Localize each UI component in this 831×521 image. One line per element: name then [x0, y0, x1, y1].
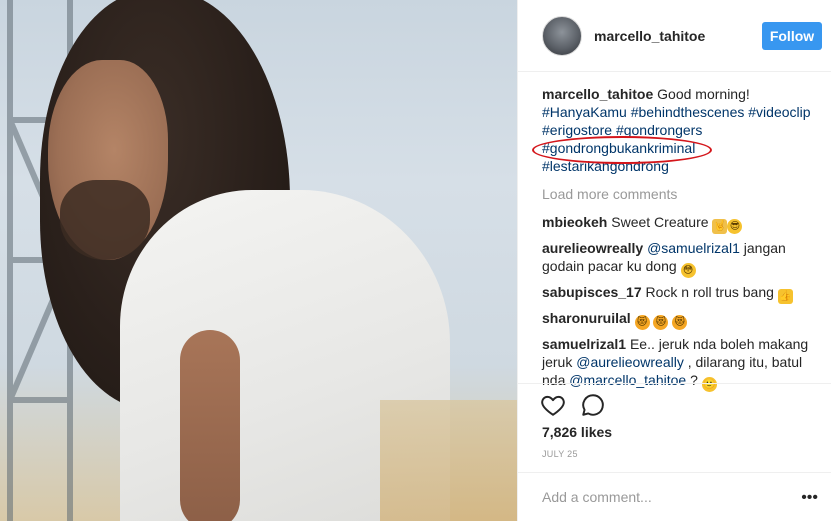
caption-author[interactable]: marcello_tahitoe [542, 86, 653, 102]
hashtag[interactable]: #videoclip [748, 104, 810, 120]
comment: mbieokeh Sweet Creature 🤘 😎 [542, 213, 824, 234]
comment-text: Rock n roll trus bang [645, 284, 774, 300]
comment-text: Sweet Creature [611, 214, 709, 230]
heart-eyes-cat-emoji-icon: 😻 [672, 315, 688, 330]
comment: sabupisces_17 Rock n roll trus bang 👍 [542, 283, 824, 304]
sunglasses-emoji-icon: 😎 [727, 219, 743, 234]
follow-button[interactable]: Follow [762, 22, 822, 50]
add-comment-bar: ••• [518, 472, 831, 521]
hashtag[interactable]: #HanyaKamu [542, 104, 627, 120]
comment-author[interactable]: samuelrizal1 [542, 336, 626, 352]
tattooed-arm [180, 330, 240, 521]
load-more-comments[interactable]: Load more comments [542, 185, 824, 203]
comment-author[interactable]: aurelieowreally [542, 240, 643, 256]
hashtag[interactable]: #lestarikangondrong [542, 158, 669, 174]
likes-count[interactable]: 7,826 likes [542, 424, 612, 440]
mention[interactable]: @aurelieowreally [576, 354, 684, 370]
comments-section: marcello_tahitoe Good morning! #HanyaKam… [542, 85, 824, 397]
thumbs-up-emoji-icon: 👍 [777, 289, 793, 304]
instagram-post: marcello_tahitoe Follow marcello_tahitoe… [0, 0, 831, 521]
comment-author[interactable]: sharonuruilal [542, 310, 631, 326]
comment-input[interactable] [542, 487, 792, 507]
post-date[interactable]: July 25 [542, 449, 578, 459]
rock-hand-emoji-icon: 🤘 [712, 219, 728, 234]
heart-eyes-cat-emoji-icon: 😻 [634, 315, 650, 330]
comment: sharonuruilal 😻 😻 😻 [542, 309, 824, 330]
heart-eyes-cat-emoji-icon: 😻 [653, 315, 669, 330]
post-actions [518, 383, 831, 423]
mention[interactable]: @samuelrizal1 [647, 240, 740, 256]
author-username[interactable]: marcello_tahitoe [594, 28, 705, 44]
hashtag[interactable]: #erigostore [542, 122, 612, 138]
caption-text: Good morning! [653, 86, 750, 102]
hashtag[interactable]: #behindthescenes [631, 104, 745, 120]
background-sand [380, 400, 517, 521]
comment-author[interactable]: sabupisces_17 [542, 284, 642, 300]
avatar[interactable] [542, 15, 582, 56]
comment: aurelieowreally @samuelrizal1 jangan god… [542, 239, 824, 278]
flushed-emoji-icon: 😳 [680, 263, 696, 278]
caption: marcello_tahitoe Good morning! #HanyaKam… [542, 85, 824, 175]
hashtag[interactable]: #gondrongers [616, 122, 702, 138]
comment-author[interactable]: mbieokeh [542, 214, 607, 230]
beard [60, 180, 150, 260]
heart-icon[interactable] [540, 392, 566, 418]
more-icon[interactable]: ••• [801, 489, 818, 507]
hashtag[interactable]: #gondrongbukankriminal [542, 140, 695, 156]
post-photo[interactable] [0, 0, 517, 521]
post-header: marcello_tahitoe Follow [518, 0, 831, 72]
comment-bubble-icon[interactable] [580, 392, 606, 418]
post-side-panel: marcello_tahitoe Follow marcello_tahitoe… [517, 0, 831, 521]
